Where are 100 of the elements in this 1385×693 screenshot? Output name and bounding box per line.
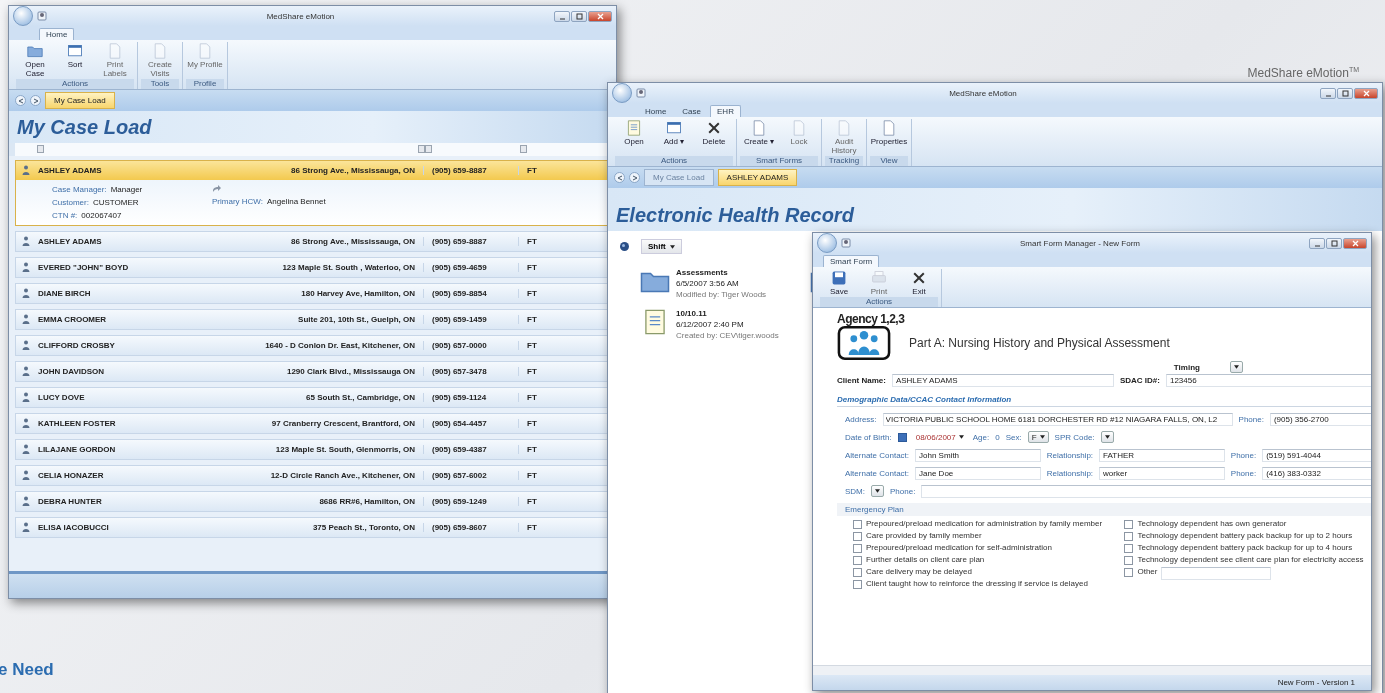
button-label: My Profile xyxy=(187,60,223,69)
group-label: Actions xyxy=(615,156,733,166)
dropdown[interactable] xyxy=(1229,361,1243,373)
ribbon-tab[interactable]: Case xyxy=(675,105,709,117)
close-button[interactable] xyxy=(588,10,612,22)
address: 123 Maple St. South , Waterloo, ON xyxy=(198,263,424,272)
dropdown[interactable]: F xyxy=(1027,431,1049,443)
ribbon-button[interactable]: Properties xyxy=(870,119,908,156)
checkbox[interactable] xyxy=(1124,532,1134,541)
case-row[interactable]: ASHLEY ADAMS 86 Strong Ave., Mississauga, ON (905) 659-8887 FT xyxy=(15,231,610,252)
quick-access-icon[interactable] xyxy=(37,11,47,21)
maximize-button[interactable] xyxy=(1326,237,1342,249)
checkbox-label: Technology dependent has own generator xyxy=(1137,519,1287,528)
input-field[interactable]: worker xyxy=(1099,466,1225,480)
breadcrumb-tab[interactable]: ASHLEY ADAMS xyxy=(717,169,798,186)
menu-button[interactable]: Shift xyxy=(641,239,682,254)
page-heading: Electronic Health Record xyxy=(608,188,1382,231)
button-label: Lock xyxy=(790,137,808,146)
checkbox[interactable] xyxy=(1124,556,1134,565)
case-row[interactable]: ELISA IACOBUCCI 375 Peach St., Toronto, ON (905) 659-8607 FT xyxy=(15,517,610,538)
app-menu-button[interactable] xyxy=(612,83,632,103)
app-menu-button[interactable] xyxy=(13,6,33,26)
document-icon xyxy=(836,120,852,136)
back-button[interactable] xyxy=(614,172,625,183)
ribbon-button[interactable]: Exit xyxy=(900,269,938,297)
case-row[interactable]: EMMA CROOMER Suite 201, 10th St., Guelph, ON (905) 659-1459 FT xyxy=(15,309,610,330)
field-label: Relationship: xyxy=(1046,450,1094,460)
maximize-button[interactable] xyxy=(571,10,587,22)
input-field[interactable]: (416) 383-0332 xyxy=(1262,466,1371,480)
item-title[interactable]: Assessments xyxy=(676,268,767,277)
checkbox[interactable] xyxy=(853,544,862,553)
checkbox-label: Prepoured/preload medication for administration by family member xyxy=(866,519,1103,528)
input-field[interactable]: (519) 591-4044 xyxy=(1262,448,1371,462)
checkbox[interactable] xyxy=(853,532,862,541)
help-icon[interactable] xyxy=(620,242,629,251)
case-row[interactable]: LILAJANE GORDON 123 Maple St. South, Glenmorris, ON (905) 659-4387 FT xyxy=(15,439,610,460)
forward-button[interactable] xyxy=(30,95,41,106)
dropdown[interactable] xyxy=(871,485,884,497)
minimize-button[interactable] xyxy=(554,10,570,22)
dropdown[interactable] xyxy=(1100,431,1114,443)
input-field[interactable]: Jane Doe xyxy=(915,466,1041,480)
ribbon-button[interactable]: Create ▾ xyxy=(740,119,778,156)
minimize-button[interactable] xyxy=(1309,237,1325,249)
close-button[interactable] xyxy=(1354,87,1378,99)
case-row[interactable]: KATHLEEN FOSTER 97 Cranberry Crescent, Brantford, ON (905) 654-4457 FT xyxy=(15,413,610,434)
breadcrumb-tab[interactable]: My Case Load xyxy=(45,92,115,109)
back-button[interactable] xyxy=(15,95,26,106)
checkbox[interactable] xyxy=(853,568,862,577)
app-menu-button[interactable] xyxy=(817,233,837,253)
item-title[interactable]: 10/10.11 xyxy=(676,309,779,318)
input-field[interactable]: ASHLEY ADAMS xyxy=(891,374,1114,387)
case-row[interactable]: DEBRA HUNTER 8686 RR#6, Hamilton, ON (905) 659-1249 FT xyxy=(15,491,610,512)
quick-access-icon[interactable] xyxy=(636,88,646,98)
close-button[interactable] xyxy=(1343,237,1367,249)
input-field[interactable]: FATHER xyxy=(1099,448,1225,462)
case-row[interactable]: CELIA HONAZER 12-D Circle Ranch Ave., Kitchener, ON (905) 657-6002 FT xyxy=(15,465,610,486)
scrollbar[interactable] xyxy=(813,665,1371,675)
input-field[interactable] xyxy=(921,484,1371,498)
quick-access-icon[interactable] xyxy=(841,238,851,248)
checkbox[interactable] xyxy=(1124,520,1134,529)
window-title: MedShare eMotion xyxy=(265,11,336,21)
ribbon-tab[interactable]: EHR xyxy=(710,105,741,117)
checkbox[interactable] xyxy=(1124,544,1134,553)
checkbox[interactable] xyxy=(853,556,862,565)
ribbon-tab[interactable]: Home xyxy=(39,28,75,40)
case-row[interactable]: JOHN DAVIDSON 1290 Clark Blvd., Mississauga ON (905) 657-3478 FT xyxy=(15,361,610,382)
column-header-icon[interactable] xyxy=(37,144,44,153)
ribbon-button[interactable]: Delete xyxy=(695,119,733,156)
button-label: Sort xyxy=(67,60,83,69)
case-row[interactable]: CLIFFORD CROSBY 1640 - D Conlon Dr. East, Kitchener, ON (905) 657-0000 FT xyxy=(15,335,610,356)
button-label: Print xyxy=(870,287,888,296)
ribbon-button[interactable]: Save xyxy=(820,269,858,297)
case-row[interactable]: LUCY DOVE 65 South St., Cambridge, ON (905) 659-1124 FT xyxy=(15,387,610,408)
maximize-button[interactable] xyxy=(1337,87,1353,99)
checkbox[interactable] xyxy=(897,432,907,442)
checkbox[interactable] xyxy=(1124,568,1134,577)
brand-name: MedShare eMotion$^{TM}$ xyxy=(1247,66,1359,80)
checkbox[interactable] xyxy=(853,580,862,589)
close-icon xyxy=(1351,239,1359,247)
input-field[interactable]: (905) 356-2700 xyxy=(1269,412,1371,426)
ribbon-tab[interactable]: Home xyxy=(638,105,674,117)
input-field[interactable]: 123456 xyxy=(1165,374,1371,387)
column-header-icon[interactable] xyxy=(520,144,527,153)
case-row[interactable]: EVERED "JOHN" BOYD 123 Maple St. South , Waterloo, ON (905) 659-4659 FT xyxy=(15,257,610,278)
checkbox[interactable] xyxy=(853,520,862,529)
input-field[interactable] xyxy=(1161,567,1272,580)
case-row[interactable]: ASHLEY ADAMS 86 Strong Ave., Mississauga, ON (905) 659-8887 FT Case Manager: Manager Customer: CUSTOMER CTN #: 002067407 Primary HCW: Angelina Bennet xyxy=(15,160,610,226)
input-field[interactable]: John Smith xyxy=(915,448,1041,462)
checkbox-label: Prepoured/preload medication for self-administration xyxy=(866,543,1052,552)
arrow-icon[interactable] xyxy=(212,185,221,193)
ribbon-button[interactable]: Add ▾ xyxy=(655,119,693,156)
ribbon-tab[interactable]: Smart Form xyxy=(823,255,880,267)
ribbon-button[interactable]: Sort xyxy=(56,42,94,79)
date-picker[interactable]: 08/06/2007 xyxy=(912,431,967,443)
minimize-button[interactable] xyxy=(1320,87,1336,99)
case-row[interactable]: DIANE BIRCH 180 Harvey Ave, Hamilton, ON (905) 659-8854 FT xyxy=(15,283,610,304)
forward-button[interactable] xyxy=(629,172,640,183)
ribbon-button[interactable]: Open Case xyxy=(16,42,54,79)
input-field[interactable]: VICTORIA PUBLIC SCHOOL HOME 6181 DORCHESTER RD #12 NIAGARA FALLS, ON, L2 xyxy=(882,412,1233,426)
ribbon-button[interactable]: Open xyxy=(615,119,653,156)
